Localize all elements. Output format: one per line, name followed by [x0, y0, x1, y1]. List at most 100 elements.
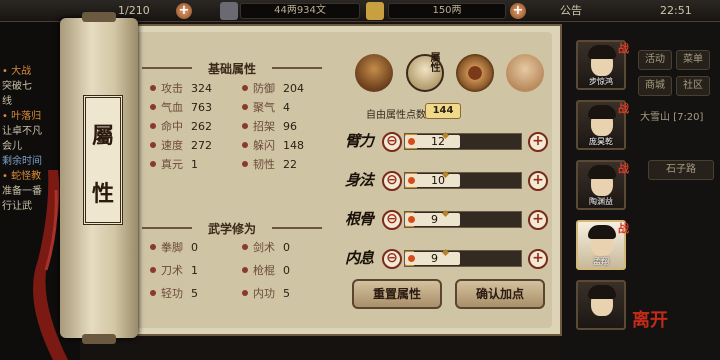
- reset-attributes-button[interactable]: 重置属性: [352, 279, 442, 309]
- tassel-decoration: [33, 170, 68, 360]
- party-member-name: 庞昊乾: [589, 137, 613, 146]
- decrease-attribute-button[interactable]: ⊖: [382, 249, 402, 269]
- counter-text: 1/210: [118, 4, 150, 17]
- stat-bullet-icon: [150, 85, 156, 91]
- stat-value: 0: [283, 241, 290, 254]
- martial-stat-item: 拳脚 0: [150, 240, 198, 256]
- attribute-bar: 9: [404, 250, 522, 267]
- quest-log-line: 线: [2, 96, 12, 107]
- silver-display: 44两934文: [240, 3, 360, 19]
- stat-name: 招架: [253, 120, 275, 133]
- stat-value: 272: [191, 139, 212, 152]
- tab-skills-icon[interactable]: [456, 54, 494, 92]
- martial-stat-item: 内功 5: [242, 286, 290, 302]
- attribute-name: 内息: [345, 249, 374, 267]
- attribute-marker-icon: [408, 138, 415, 145]
- increase-attribute-button[interactable]: +: [528, 171, 548, 191]
- stat-value: 5: [283, 287, 290, 300]
- stat-bullet-icon: [150, 290, 156, 296]
- stat-name: 枪棍: [253, 264, 275, 277]
- stat-name: 刀术: [161, 264, 183, 277]
- base-stat-item: 韧性 22: [242, 157, 297, 173]
- base-stat-item: 速度 272: [150, 138, 212, 154]
- stat-name: 气血: [161, 101, 183, 114]
- martial-stat-item: 枪棍 0: [242, 263, 290, 279]
- stat-value: 0: [191, 241, 198, 254]
- add-counter-button[interactable]: +: [176, 3, 192, 19]
- attribute-marker-icon: [408, 177, 415, 184]
- stat-name: 防御: [253, 82, 275, 95]
- attribute-bar: 9: [404, 211, 522, 228]
- stat-name: 剑术: [253, 241, 275, 254]
- base-stat-item: 真元 1: [150, 157, 198, 173]
- base-stat-item: 防御 204: [242, 81, 304, 97]
- increase-attribute-button[interactable]: +: [528, 249, 548, 269]
- stat-value: 763: [191, 101, 212, 114]
- battle-tag: 战: [618, 222, 629, 235]
- base-stat-item: 聚气 4: [242, 100, 290, 116]
- portrait-hair: [588, 225, 616, 239]
- stat-name: 聚气: [253, 101, 275, 114]
- scroll-title-plate: 屬 性: [83, 95, 123, 225]
- scroll-title-top: 屬: [91, 123, 114, 149]
- location-text: 大雪山 [7:20]: [640, 112, 704, 123]
- decrease-attribute-button[interactable]: ⊖: [382, 171, 402, 191]
- stat-value: 262: [191, 120, 212, 133]
- road-button[interactable]: 石子路: [648, 160, 714, 180]
- stat-name: 命中: [161, 120, 183, 133]
- stat-name: 轻功: [161, 287, 183, 300]
- stat-name: 攻击: [161, 82, 183, 95]
- decrease-attribute-button[interactable]: ⊖: [382, 210, 402, 230]
- tab-equipment-hat-icon[interactable]: [355, 54, 393, 92]
- stat-bullet-icon: [150, 267, 156, 273]
- stat-bullet-icon: [150, 123, 156, 129]
- menu-button[interactable]: 菜单: [676, 50, 710, 70]
- portrait-hair: [588, 105, 616, 119]
- stat-bullet-icon: [242, 142, 248, 148]
- add-gold-button[interactable]: +: [510, 3, 526, 19]
- stat-name: 速度: [161, 139, 183, 152]
- portrait-hair: [588, 285, 616, 299]
- confirm-points-button[interactable]: 确认加点: [455, 279, 545, 309]
- portrait-hair: [588, 165, 616, 179]
- attribute-bar: 10: [404, 172, 522, 189]
- stat-name: 内功: [253, 287, 275, 300]
- stat-bullet-icon: [242, 290, 248, 296]
- increase-attribute-button[interactable]: +: [528, 132, 548, 152]
- leave-stamp[interactable]: 离开: [632, 306, 668, 332]
- attribute-marker-icon: [408, 255, 415, 262]
- battle-tag: [618, 282, 632, 296]
- party-member-name: 孟翔: [593, 257, 609, 266]
- quest-log-line: 让卓不凡: [2, 126, 42, 137]
- base-stat-item: 躲闪 148: [242, 138, 304, 154]
- increase-attribute-button[interactable]: +: [528, 210, 548, 230]
- stat-name: 韧性: [253, 158, 275, 171]
- stat-bullet-icon: [150, 104, 156, 110]
- party-member-name: 陶渊益: [589, 197, 613, 206]
- stat-bullet-icon: [242, 85, 248, 91]
- notice-button[interactable]: 公告: [560, 3, 582, 19]
- stat-value: 4: [283, 101, 290, 114]
- battle-tag: 战: [618, 42, 629, 55]
- community-button[interactable]: 社区: [676, 76, 710, 96]
- martial-stat-item: 刀术 1: [150, 263, 198, 279]
- stat-bullet-icon: [150, 142, 156, 148]
- base-stat-item: 气血 763: [150, 100, 212, 116]
- attribute-bar: 12: [404, 133, 522, 150]
- portrait-hair: [588, 45, 616, 59]
- quest-log-line: 会儿: [2, 141, 22, 152]
- attribute-name: 身法: [345, 171, 374, 189]
- stat-bullet-icon: [150, 161, 156, 167]
- stat-name: 拳脚: [161, 241, 183, 254]
- base-stat-item: 招架 96: [242, 119, 297, 135]
- stat-name: 真元: [161, 158, 183, 171]
- stat-bullet-icon: [242, 104, 248, 110]
- battle-tag: 战: [618, 162, 629, 175]
- stat-value: 148: [283, 139, 304, 152]
- activity-button[interactable]: 活动: [638, 50, 672, 70]
- shop-button[interactable]: 商城: [638, 76, 672, 96]
- decrease-attribute-button[interactable]: ⊖: [382, 132, 402, 152]
- tab-meridian-icon[interactable]: [506, 54, 544, 92]
- base-stat-item: 命中 262: [150, 119, 212, 135]
- stat-value: 0: [283, 264, 290, 277]
